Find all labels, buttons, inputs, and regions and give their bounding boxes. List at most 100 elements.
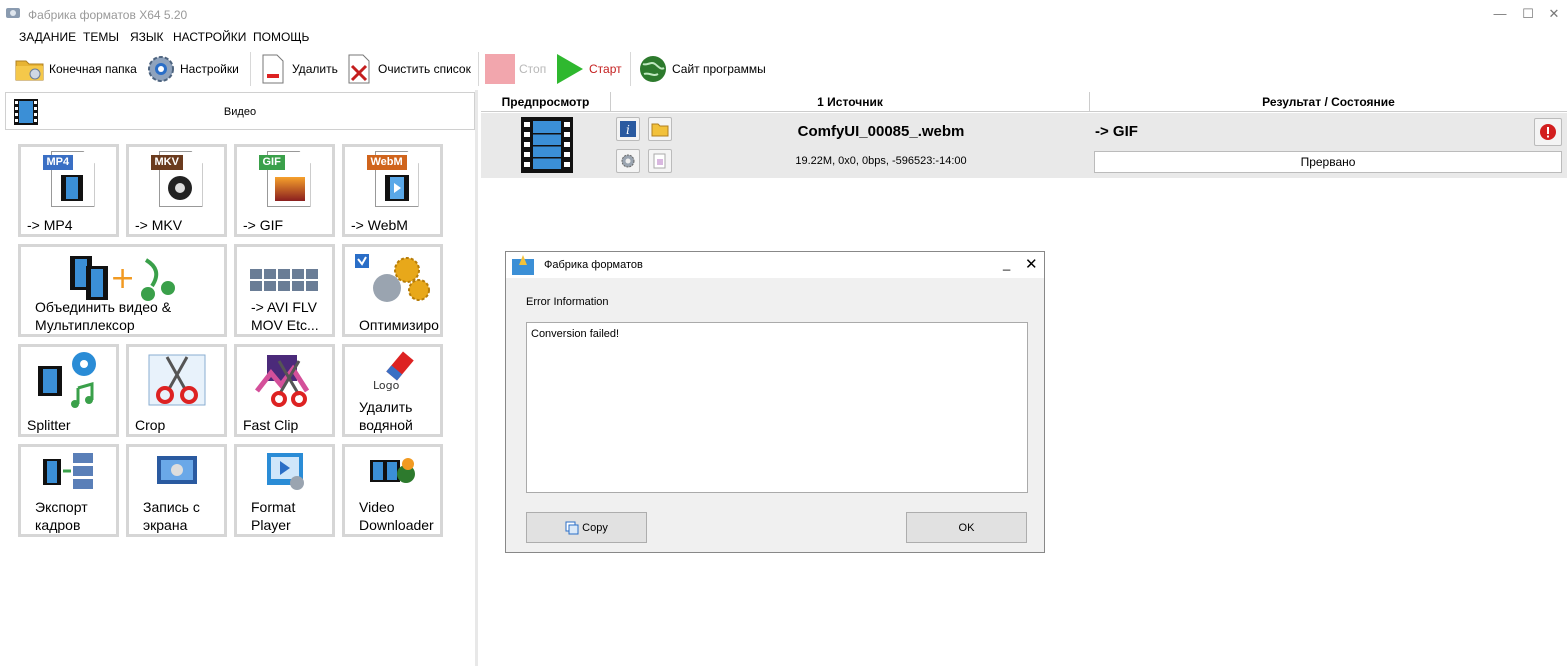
app-logo-icon (512, 255, 534, 275)
menu-help[interactable]: ПОМОЩЬ (253, 30, 309, 44)
tile-to-avi-flv-mov[interactable]: -> AVI FLV MOV Etc... (234, 244, 335, 337)
tile-label: -> GIF (243, 217, 284, 233)
tile-optimize[interactable]: Оптимизиро (342, 244, 443, 337)
function-panel: Видео MP4 -> MP4 MKV -> MKV GIF -> GIF W… (0, 90, 478, 666)
start-label: Старт (589, 62, 622, 76)
title-bar: Фабрика форматов X64 5.20 — ☐ ✕ (0, 0, 1567, 28)
svg-text:Logo: Logo (373, 379, 400, 391)
splitter-icon (21, 351, 116, 409)
tile-export-frames[interactable]: Экспорт кадров (18, 444, 119, 537)
website-label: Сайт программы (672, 62, 766, 76)
tile-to-mp4[interactable]: MP4 -> MP4 (18, 144, 119, 237)
globe-icon (638, 54, 668, 84)
stop-button[interactable]: Стоп (485, 52, 546, 86)
fast-clip-icon (237, 351, 332, 409)
tile-label: -> WebM (351, 217, 408, 233)
stop-icon (485, 54, 515, 84)
tile-video-downloader[interactable]: Video Downloader (342, 444, 443, 537)
tile-to-mkv[interactable]: MKV -> MKV (126, 144, 227, 237)
close-window-button[interactable]: ✕ (1542, 4, 1566, 24)
start-button[interactable]: Старт (555, 52, 622, 86)
tile-label: Экспорт кадров (35, 499, 88, 533)
clear-list-icon (344, 54, 374, 84)
mp4-file-icon: MP4 (21, 151, 116, 209)
col-preview[interactable]: Предпросмотр (481, 92, 611, 112)
tile-screen-record[interactable]: Запись с экрана (126, 444, 227, 537)
tile-label: Format Player (251, 499, 296, 533)
tile-label: Fast Clip (243, 417, 299, 433)
table-header: Предпросмотр 1 Источник Результат / Сост… (481, 92, 1567, 112)
copy-label: Copy (582, 521, 608, 534)
tile-format-player[interactable]: Format Player (234, 444, 335, 537)
website-button[interactable]: Сайт программы (638, 52, 766, 86)
export-frames-icon (21, 451, 116, 491)
ok-button[interactable]: OK (906, 512, 1027, 543)
tile-remove-watermark[interactable]: Logo Удалить водяной (342, 344, 443, 437)
error-dialog: Фабрика форматов _ ✕ Error Information C… (505, 251, 1045, 553)
gif-file-icon: GIF (237, 151, 332, 209)
toolbar-separator (478, 52, 479, 86)
error-indicator-button[interactable] (1534, 118, 1562, 146)
play-icon (555, 54, 585, 84)
toolbar-separator (250, 52, 251, 86)
col-result-status[interactable]: Результат / Состояние (1090, 92, 1567, 112)
dialog-title-bar: Фабрика форматов _ ✕ (506, 252, 1044, 278)
tile-fast-clip[interactable]: Fast Clip (234, 344, 335, 437)
tile-to-webm[interactable]: WebM -> WebM (342, 144, 443, 237)
tile-label: Video Downloader (359, 499, 434, 533)
remove-button[interactable]: Удалить (258, 52, 338, 86)
menu-themes[interactable]: ТЕМЫ (83, 30, 119, 44)
tile-label: -> MP4 (27, 217, 73, 233)
tile-crop[interactable]: Crop (126, 344, 227, 437)
eraser-logo-icon: Logo (345, 351, 440, 391)
tile-merge-video[interactable]: + Объединить видео & Мультиплексор (18, 244, 227, 337)
svg-text:+: + (110, 261, 135, 296)
ok-label: OK (958, 521, 975, 534)
category-video-header[interactable]: Видео (5, 92, 475, 130)
clear-list-label: Очистить список (378, 62, 471, 76)
output-folder-label: Конечная папка (49, 62, 137, 76)
tile-splitter[interactable]: Splitter (18, 344, 119, 437)
menu-task[interactable]: ЗАДАНИЕ (19, 30, 76, 44)
clear-list-button[interactable]: Очистить список (344, 52, 471, 86)
menu-bar: ЗАДАНИЕ ТЕМЫ ЯЗЫК НАСТРОЙКИ ПОМОЩЬ (0, 28, 1567, 46)
scissors-icon (129, 351, 224, 409)
settings-label: Настройки (180, 62, 239, 76)
gear-icon (146, 54, 176, 84)
maximize-button[interactable]: ☐ (1516, 4, 1540, 24)
settings-button[interactable]: Настройки (146, 52, 239, 86)
tile-label: -> AVI FLV MOV Etc... (251, 299, 319, 333)
tile-label: Crop (135, 417, 166, 433)
target-format: -> GIF (1095, 123, 1138, 140)
video-downloader-icon (345, 451, 440, 491)
dialog-close-button[interactable]: ✕ (1025, 255, 1038, 273)
tile-label: -> MKV (135, 217, 183, 233)
dialog-title: Фабрика форматов (544, 259, 643, 271)
app-logo-icon (6, 8, 20, 18)
stop-label: Стоп (519, 62, 547, 76)
copy-icon (565, 521, 579, 534)
menu-language[interactable]: ЯЗЫК (130, 30, 164, 44)
screen-record-icon (129, 451, 224, 491)
minimize-button[interactable]: — (1488, 4, 1512, 24)
category-label: Видео (223, 106, 257, 118)
tile-label: Splitter (27, 417, 71, 433)
dialog-minimize-button[interactable]: _ (1003, 256, 1010, 271)
optimize-gears-icon (345, 251, 440, 309)
error-icon (1540, 124, 1556, 140)
toolbar: Конечная папка Настройки Удалить Очистит… (0, 48, 1567, 90)
remove-label: Удалить (292, 62, 338, 76)
error-message-box[interactable]: Conversion failed! (526, 322, 1028, 493)
source-info: 19.22M, 0x0, 0bps, -596523:-14:00 (795, 155, 967, 167)
table-row[interactable]: i ComfyUI_00085_.webm 19.22M, 0x0, 0bps,… (481, 113, 1567, 178)
menu-settings[interactable]: НАСТРОЙКИ (173, 30, 246, 44)
col-source[interactable]: 1 Источник (611, 92, 1090, 112)
copy-button[interactable]: Copy (526, 512, 647, 543)
status-bar: Прервано (1094, 151, 1562, 173)
output-folder-button[interactable]: Конечная папка (15, 52, 137, 86)
tile-label: Объединить видео & Мультиплексор (35, 299, 172, 333)
tile-to-gif[interactable]: GIF -> GIF (234, 144, 335, 237)
tile-label: Оптимизиро (359, 317, 439, 333)
error-info-label: Error Information (526, 296, 609, 308)
toolbar-separator (630, 52, 631, 86)
